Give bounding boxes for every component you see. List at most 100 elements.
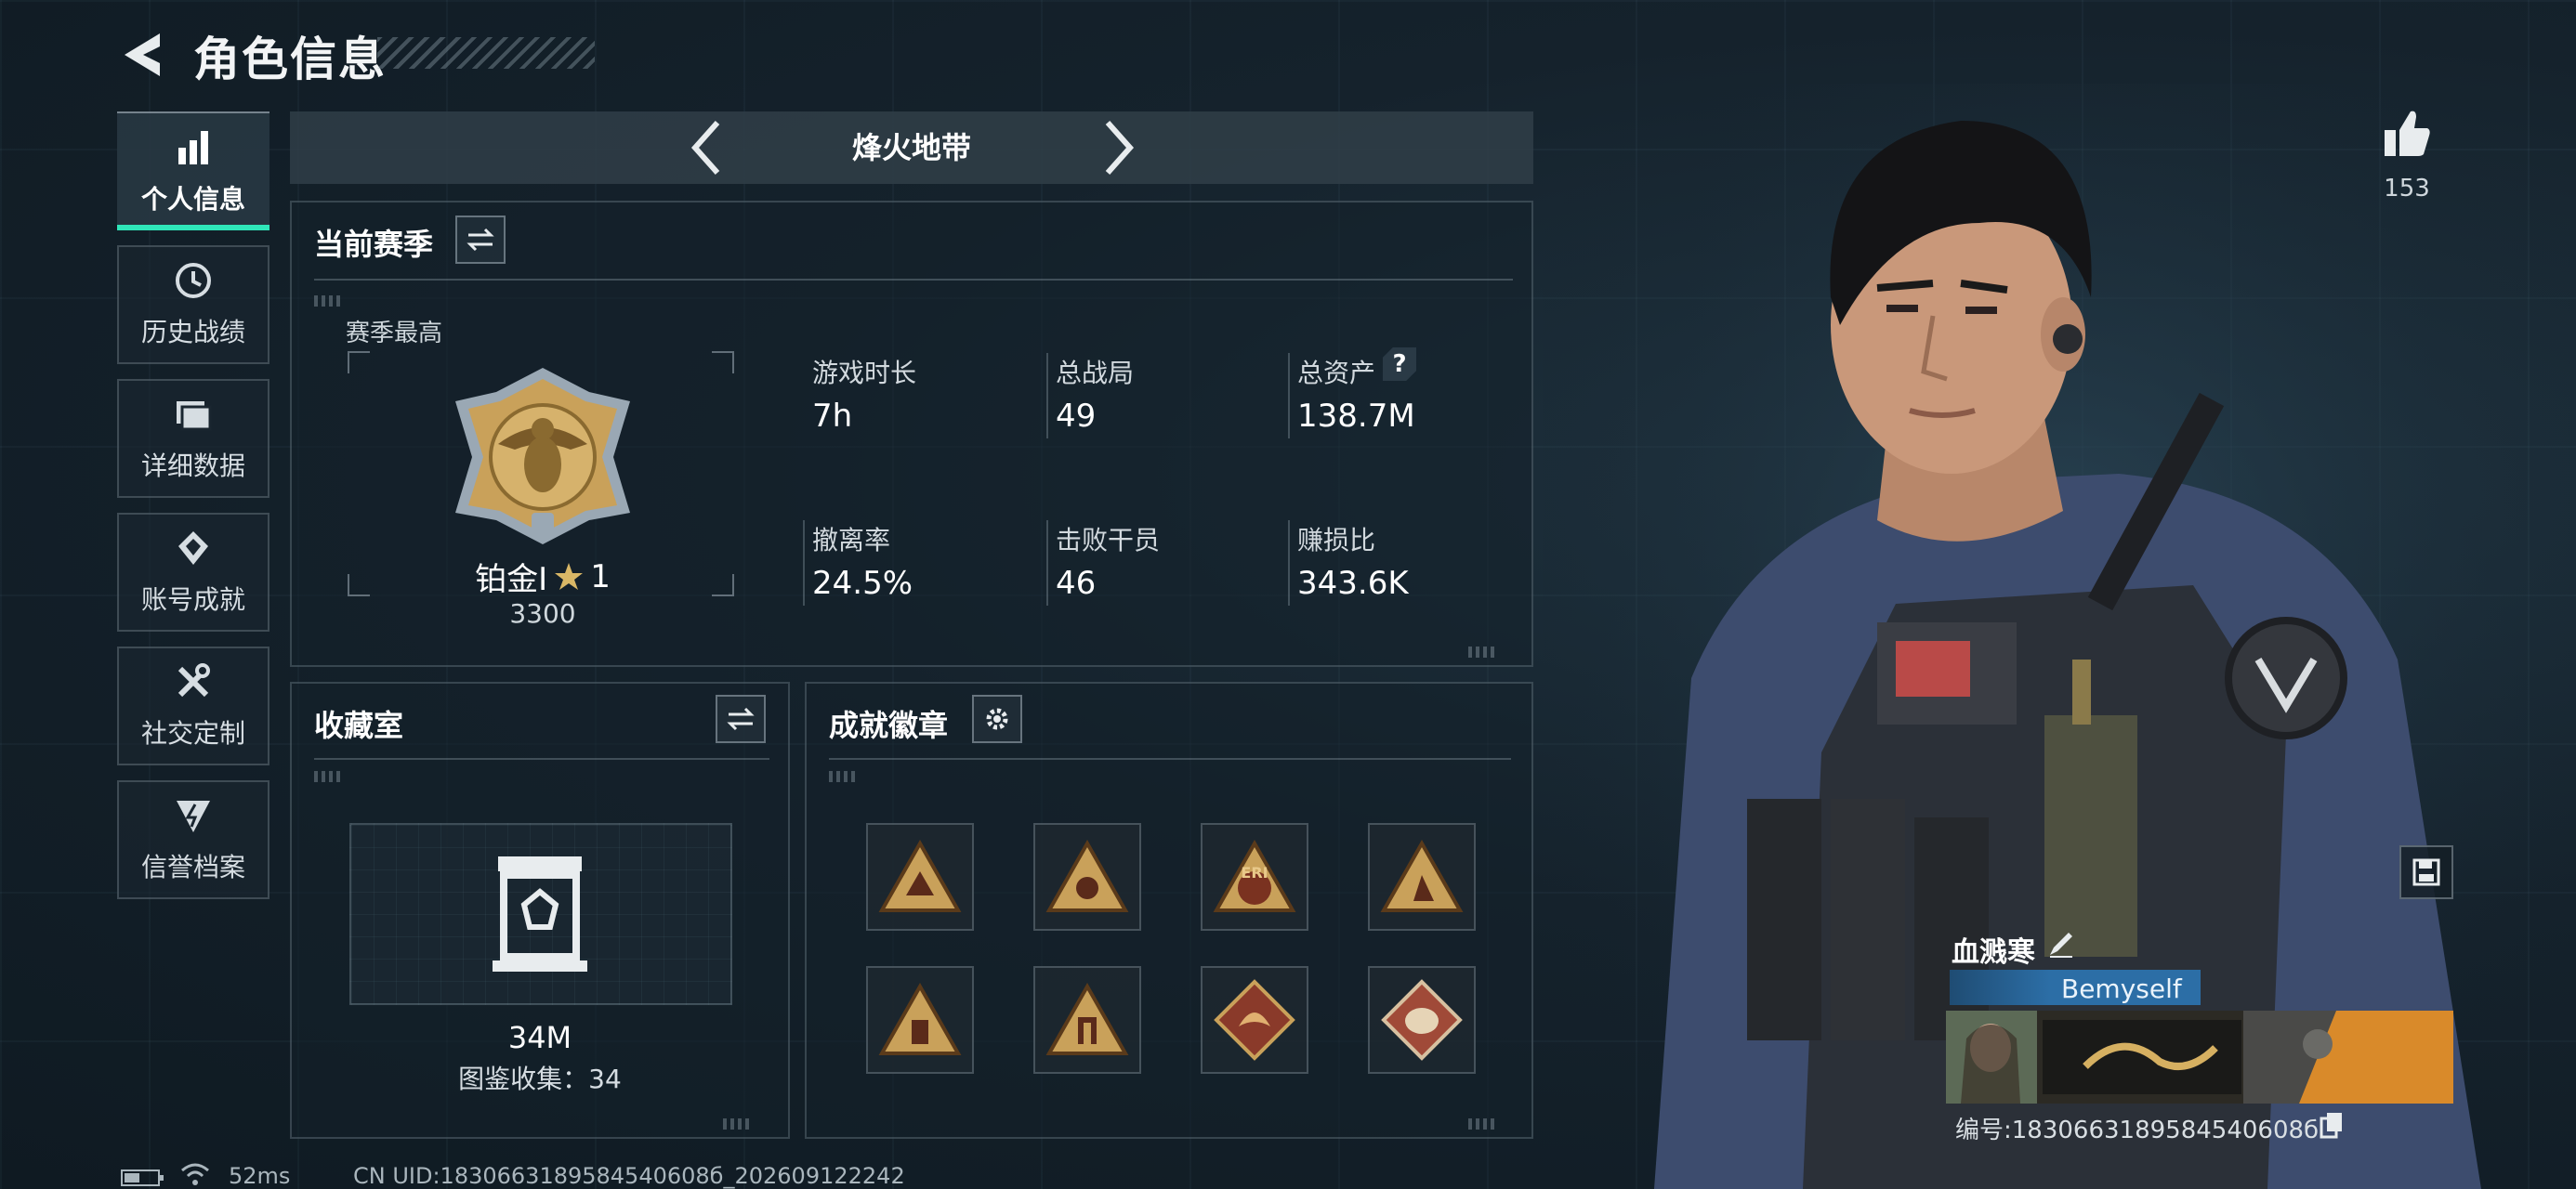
help-icon[interactable]: ? — [1383, 347, 1416, 381]
decorative-dots — [1468, 647, 1496, 658]
decorative-dots — [314, 295, 342, 307]
sidebar-item-achievements[interactable]: 账号成就 — [117, 513, 269, 632]
star-icon — [555, 562, 584, 590]
sidebar-item-label: 历史战绩 — [140, 317, 245, 347]
stat-value-extract-rate: 24.5% — [812, 565, 913, 602]
stat-label-play-time: 游戏时长 — [812, 358, 917, 388]
rank-name: 铂金I — [475, 561, 548, 598]
stat-value-total-matches: 49 — [1056, 398, 1097, 435]
stat-label-total-assets: 总资产 — [1297, 358, 1376, 388]
diamond-badge-dragon-icon — [1214, 979, 1295, 1061]
character-id: 编号:1830663189584540608б — [1955, 1117, 2320, 1144]
swap-icon — [727, 707, 755, 731]
stat-separator — [1288, 520, 1290, 606]
name-card-banner[interactable] — [1946, 1011, 2453, 1104]
folder-icon — [177, 401, 212, 431]
frame-corner — [712, 351, 734, 373]
rank-emblem-icon — [455, 368, 630, 544]
stat-label-total-matches: 总战局 — [1056, 358, 1135, 388]
map-name: 烽火地带 — [851, 130, 971, 165]
triangle-badge-icon — [1380, 840, 1464, 912]
sidebar-item-personal-info[interactable]: 个人信息 — [117, 111, 269, 230]
diamond-badge-beast-icon — [1381, 979, 1463, 1061]
badges-panel-title: 成就徽章 — [829, 708, 949, 743]
badges-divider — [829, 758, 1511, 760]
badge-slot[interactable] — [866, 966, 974, 1074]
swap-icon — [467, 228, 494, 252]
triangle-badge-icon — [1045, 983, 1129, 1055]
badge-eri-text: ERI — [1241, 864, 1268, 882]
back-arrow-icon[interactable] — [119, 28, 165, 82]
ping-text: 52ms — [229, 1163, 291, 1189]
save-icon — [2412, 858, 2440, 886]
tools-icon — [177, 663, 210, 698]
stat-value-profit-ratio: 343.6K — [1297, 565, 1409, 602]
collection-value: 34M — [507, 1020, 572, 1055]
sidebar-item-label: 社交定制 — [140, 718, 245, 749]
badges-settings-button[interactable] — [972, 695, 1022, 743]
sidebar-item-detailed-data[interactable]: 详细数据 — [117, 379, 269, 498]
stat-separator — [803, 520, 805, 606]
shield-bolt-icon — [177, 801, 210, 832]
season-divider — [314, 279, 1513, 281]
stat-value-operators-defeated: 46 — [1056, 565, 1097, 602]
frame-corner — [348, 574, 370, 596]
stat-label-profit-ratio: 赚损比 — [1297, 525, 1376, 555]
thumbs-up-icon[interactable] — [2381, 108, 2433, 160]
triangle-badge-icon — [1045, 840, 1129, 912]
season-switch-button[interactable] — [455, 216, 506, 264]
sidebar-item-label: 信誉档案 — [140, 852, 245, 882]
gear-icon — [986, 708, 1008, 730]
battery-icon — [121, 1169, 164, 1186]
stat-label-extract-rate: 撤离率 — [812, 525, 891, 555]
collection-divider — [314, 758, 769, 760]
sidebar-item-credit[interactable]: 信誉档案 — [117, 780, 269, 899]
character-name: 血溅寒 — [1952, 936, 2035, 969]
badge-slot[interactable] — [1201, 966, 1308, 1074]
next-map-button[interactable] — [1095, 115, 1141, 180]
badge-slot[interactable] — [1368, 966, 1476, 1074]
clock-icon — [176, 263, 211, 298]
achievement-icon — [178, 531, 208, 565]
collection-panel-title: 收藏室 — [314, 708, 404, 743]
name-card-art — [1946, 1011, 2453, 1104]
collection-switch-button[interactable] — [716, 695, 766, 743]
edit-icon[interactable] — [2046, 929, 2076, 959]
bar-chart-icon — [178, 131, 208, 164]
sidebar-item-label: 账号成就 — [140, 584, 245, 615]
title-decoration — [377, 37, 595, 69]
sidebar-item-label: 详细数据 — [140, 451, 245, 481]
triangle-badge-icon — [878, 983, 962, 1055]
stat-label-operators-defeated: 击败干员 — [1056, 525, 1161, 555]
likes-count: 153 — [2384, 175, 2430, 203]
character-title: Bemyself — [2061, 973, 2182, 1004]
sidebar-item-social[interactable]: 社交定制 — [117, 647, 269, 765]
frame-corner — [348, 351, 370, 373]
display-case-icon — [493, 856, 587, 972]
uid-text: CN UID:1830663189584540608б_202609122242 — [353, 1163, 905, 1189]
stat-separator — [1046, 353, 1048, 438]
rank-label: 铂金I 1 — [468, 554, 617, 599]
frame-corner — [712, 574, 734, 596]
season-best-label: 赛季最高 — [346, 320, 443, 347]
badge-slot[interactable] — [866, 823, 974, 931]
decorative-dots — [723, 1118, 751, 1130]
save-card-button[interactable] — [2399, 845, 2453, 899]
stat-separator — [1288, 353, 1290, 438]
rank-points: 3300 — [509, 598, 576, 629]
stat-separator — [1046, 520, 1048, 606]
copy-icon[interactable] — [2320, 1111, 2344, 1139]
decorative-dots — [314, 771, 342, 782]
badge-slot[interactable] — [1033, 966, 1141, 1074]
sidebar-item-match-history[interactable]: 历史战绩 — [117, 245, 269, 364]
wifi-icon — [181, 1163, 209, 1185]
badge-slot[interactable] — [1368, 823, 1476, 931]
page-title: 角色信息 — [193, 33, 387, 86]
sidebar-item-label: 个人信息 — [140, 184, 245, 215]
decorative-dots — [1468, 1118, 1496, 1130]
badge-slot[interactable] — [1033, 823, 1141, 931]
rank-stars: 1 — [590, 557, 611, 595]
stat-value-total-assets: 138.7M — [1297, 398, 1415, 435]
decorative-dots — [829, 771, 857, 782]
collection-count: 图鉴收集：34 — [458, 1064, 622, 1094]
